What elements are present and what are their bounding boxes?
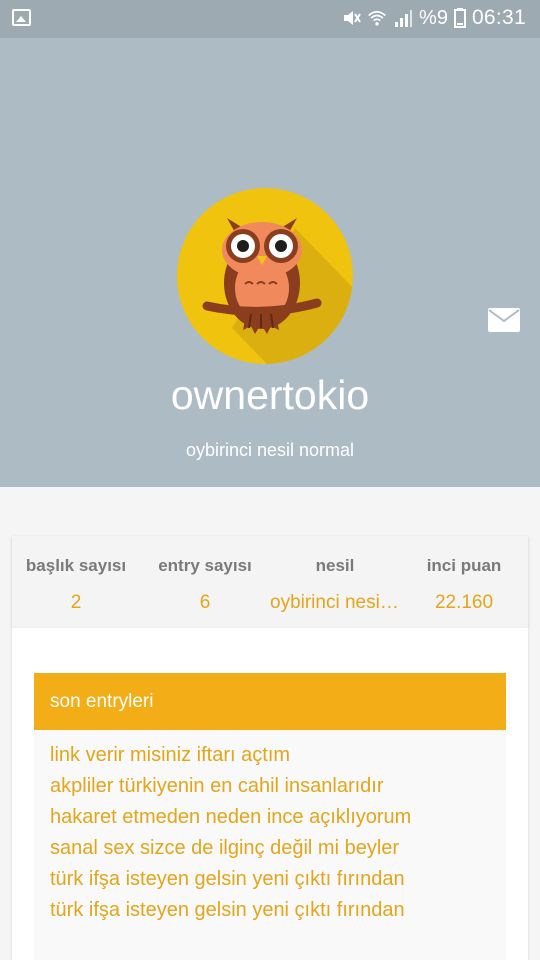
entry-link[interactable]: türk ifşa isteyen gelsin yeni çıktı fırı… bbox=[50, 899, 405, 922]
owl-icon bbox=[202, 218, 353, 364]
profile-header: ownertokio oybirinci nesil normal bbox=[0, 38, 540, 487]
entry-link[interactable]: link verir misiniz iftarı açtım bbox=[50, 744, 290, 767]
battery-percent: %9 bbox=[419, 6, 448, 29]
stat-label: nesil bbox=[315, 556, 355, 575]
image-icon bbox=[12, 9, 31, 26]
entry-link[interactable]: sanal sex sizce de ilginç değil mi beyle… bbox=[50, 837, 399, 860]
signal-icon bbox=[395, 10, 413, 27]
profile-stats: başlık sayısı 2 entry sayısı 6 nesil oyb… bbox=[12, 536, 528, 628]
stat-value: 22.160 bbox=[434, 592, 494, 613]
stat-label: entry sayısı bbox=[158, 556, 252, 575]
entry-link[interactable]: akpliler türkiyenin en cahil insanlarıdı… bbox=[50, 775, 384, 798]
recent-entries-title: son entryleri bbox=[34, 673, 506, 730]
status-icons: %9 06:31 bbox=[341, 6, 526, 30]
recent-entries-card: son entryleri link verir misiniz iftarı … bbox=[12, 628, 528, 960]
mail-icon[interactable] bbox=[488, 308, 520, 332]
entry-link[interactable]: türk ifşa isteyen gelsin yeni çıktı fırı… bbox=[50, 868, 405, 891]
username: ownertokio bbox=[170, 372, 370, 418]
stat-value[interactable]: 2 bbox=[12, 592, 140, 614]
mute-icon bbox=[344, 11, 361, 25]
wifi-icon bbox=[368, 10, 386, 26]
stat-label: inci puan bbox=[426, 556, 502, 575]
owl-avatar[interactable] bbox=[177, 188, 353, 364]
stat-value: oybirinci nesil normal bbox=[270, 592, 400, 613]
recent-entries-list: link verir misiniz iftarı açtım akpliler… bbox=[34, 730, 506, 960]
user-generation: oybirinci nesil normal bbox=[185, 440, 355, 460]
stat-label: başlık sayısı bbox=[25, 556, 127, 575]
entry-link[interactable]: hakaret etmeden neden ince açıklıyorum bbox=[50, 806, 411, 829]
clock: 06:31 bbox=[471, 6, 526, 29]
stat-value[interactable]: 6 bbox=[140, 592, 270, 614]
status-bar: %9 06:31 bbox=[0, 0, 540, 38]
battery-icon bbox=[453, 8, 466, 28]
